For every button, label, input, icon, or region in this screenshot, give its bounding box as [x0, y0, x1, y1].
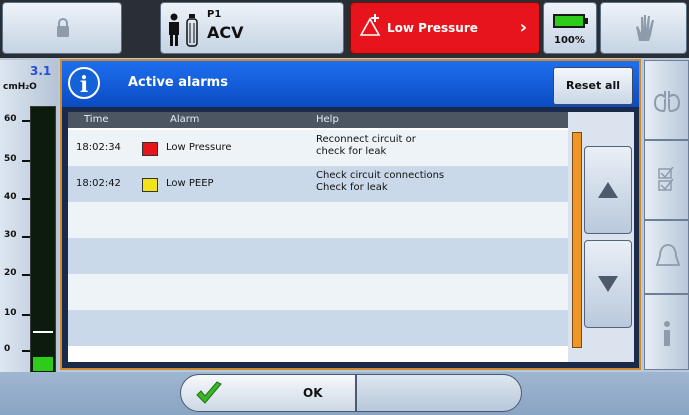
reset-all-button[interactable]: Reset all — [553, 67, 633, 105]
gauge-fill — [33, 357, 53, 371]
chevron-right-icon: › — [519, 17, 527, 38]
mode-button[interactable]: P1 ACV — [160, 2, 344, 54]
patient-label: P1 — [207, 9, 222, 20]
column-header-time: Time — [84, 114, 109, 125]
alarm-banner-button[interactable]: Low Pressure › — [350, 2, 540, 54]
tick-label: 0 — [4, 344, 11, 354]
tick-label: 10 — [4, 308, 17, 318]
table-row — [68, 274, 568, 310]
table-row — [68, 310, 568, 346]
tick-label: 50 — [4, 154, 17, 164]
tick-mark — [22, 120, 30, 122]
tick-mark — [22, 274, 30, 276]
sidebar-lungs-button[interactable] — [644, 60, 689, 140]
table-row — [68, 238, 568, 274]
scroll-down-button[interactable] — [584, 240, 632, 328]
tick-mark — [22, 236, 30, 238]
table-row[interactable]: 18:02:34 Low Pressure Reconnect circuit … — [68, 130, 568, 166]
tick-mark — [22, 350, 30, 352]
battery-percentage: 100% — [554, 35, 585, 46]
column-header-alarm: Alarm — [170, 114, 200, 125]
alarm-time: 18:02:42 — [76, 178, 121, 189]
sidebar-alarms-button[interactable] — [644, 220, 689, 294]
pressure-value: 3.1 — [30, 64, 52, 78]
lungs-icon — [653, 91, 681, 113]
dialog-header: i Active alarms Reset all — [62, 61, 639, 107]
dialog-title: Active alarms — [128, 75, 228, 90]
pressure-gauge: 3.1 cmH₂O 60 50 40 30 20 10 0 — [0, 60, 58, 378]
battery-indicator: 100% — [543, 2, 597, 54]
info-icon: i — [68, 67, 100, 99]
gauge-tube — [30, 106, 56, 378]
info-i-icon — [664, 321, 670, 346]
alarm-help-line2: check for leak — [316, 146, 387, 157]
alarm-priority-swatch — [142, 178, 158, 192]
tick-label: 40 — [4, 192, 17, 202]
alarm-name: Low PEEP — [166, 178, 214, 189]
checklist-icon — [658, 167, 674, 191]
checkmark-icon — [196, 381, 222, 404]
circuit-icon — [186, 14, 198, 47]
tick-label: 20 — [4, 268, 17, 278]
tick-label: 30 — [4, 230, 17, 240]
top-bar: P1 ACV Low Pressure › 100% — [0, 0, 689, 58]
table-header: Time Alarm Help — [68, 112, 568, 128]
secondary-button[interactable] — [356, 374, 522, 412]
alarm-banner-label: Low Pressure — [387, 21, 478, 35]
active-alarms-dialog: i Active alarms Reset all Time Alarm Hel… — [60, 59, 641, 370]
triangle-up-icon — [598, 182, 618, 198]
pressure-unit: cmH₂O — [3, 82, 37, 92]
scroll-panel — [568, 112, 634, 362]
sidebar-checklist-button[interactable] — [644, 140, 689, 220]
alarm-add-icon — [359, 14, 381, 36]
ventilation-mode: ACV — [207, 23, 244, 42]
gauge-limit-marker — [33, 331, 53, 333]
alarm-help-line2: Check for leak — [316, 182, 388, 193]
table-row — [68, 202, 568, 238]
sidebar-info-button[interactable] — [644, 294, 689, 370]
alarm-priority-swatch — [142, 142, 158, 156]
alarm-time: 18:02:34 — [76, 142, 121, 153]
table-row[interactable]: 18:02:42 Low PEEP Check circuit connecti… — [68, 166, 568, 202]
battery-icon — [553, 14, 588, 28]
hand-icon — [636, 15, 654, 41]
tick-label: 60 — [4, 114, 17, 124]
alarm-name: Low Pressure — [166, 142, 232, 153]
alarm-help-line1: Check circuit connections — [316, 170, 445, 181]
lock-icon — [57, 18, 69, 37]
alarm-help-line1: Reconnect circuit or — [316, 134, 416, 145]
tick-mark — [22, 314, 30, 316]
column-header-help: Help — [316, 114, 339, 125]
scroll-up-button[interactable] — [584, 146, 632, 234]
tick-mark — [22, 160, 30, 162]
scrollbar[interactable] — [572, 132, 582, 348]
silence-alarm-button[interactable] — [600, 2, 687, 54]
tick-mark — [22, 198, 30, 200]
triangle-down-icon — [598, 276, 618, 292]
ok-button[interactable]: OK — [180, 374, 356, 412]
alarms-table: Time Alarm Help 18:02:34 Low Pressure Re… — [68, 112, 568, 362]
patient-icon — [169, 13, 179, 46]
lock-button[interactable] — [2, 2, 122, 54]
bell-icon — [655, 244, 681, 266]
bottom-bar: OK — [0, 372, 689, 415]
ok-label: OK — [303, 386, 323, 400]
